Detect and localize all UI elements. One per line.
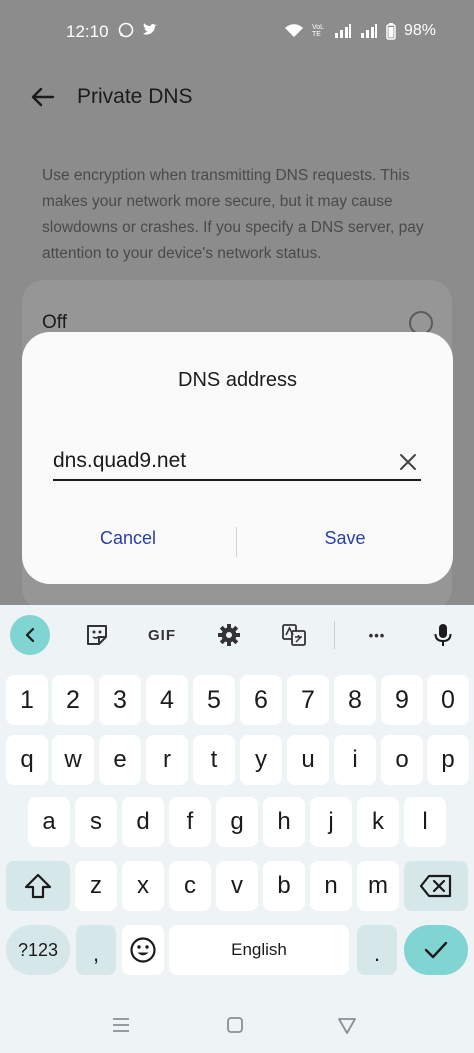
voice-input-button[interactable] <box>428 617 458 653</box>
key-x[interactable]: x <box>122 861 164 911</box>
page-title: Private DNS <box>77 85 193 108</box>
recent-apps-button[interactable] <box>110 1014 132 1036</box>
battery-icon <box>386 22 396 40</box>
key-b[interactable]: b <box>263 861 305 911</box>
status-time: 12:10 <box>66 22 109 41</box>
translate-button[interactable] <box>277 617 311 653</box>
notification-icons <box>118 22 158 40</box>
triangle-back-icon <box>338 1018 356 1034</box>
key-n[interactable]: n <box>310 861 352 911</box>
wifi-icon <box>284 24 303 37</box>
signal-2-icon <box>360 24 377 38</box>
space-key[interactable]: English <box>169 925 349 975</box>
key-2[interactable]: 2 <box>52 675 94 725</box>
input-underline <box>53 479 421 481</box>
key-m[interactable]: m <box>357 861 399 911</box>
settings-button[interactable] <box>212 617 246 653</box>
dns-address-input[interactable] <box>53 449 420 473</box>
status-bar: 12:10 VoLTE 98% <box>0 0 474 64</box>
dialog-title: DNS address <box>178 369 297 391</box>
shift-icon <box>24 873 52 899</box>
checkmark-icon <box>424 941 448 959</box>
network-type-label: VoLTE <box>311 24 325 38</box>
key-h[interactable]: h <box>263 797 305 847</box>
shift-key[interactable] <box>6 861 70 911</box>
period-key[interactable]: . <box>357 925 397 975</box>
clear-input-button[interactable] <box>396 450 420 474</box>
key-w[interactable]: w <box>52 735 94 785</box>
key-8[interactable]: 8 <box>334 675 376 725</box>
key-g[interactable]: g <box>216 797 258 847</box>
gif-button[interactable]: GIF <box>144 617 180 653</box>
key-7[interactable]: 7 <box>287 675 329 725</box>
cancel-button[interactable]: Cancel <box>28 528 228 549</box>
translate-icon <box>282 624 306 646</box>
key-p[interactable]: p <box>427 735 469 785</box>
description-text: Use encryption when transmitting DNS req… <box>42 167 424 262</box>
microphone-icon <box>434 624 452 646</box>
twitter-icon <box>143 23 158 35</box>
whatsapp-icon <box>118 22 134 38</box>
sticker-button[interactable] <box>80 617 114 653</box>
key-y[interactable]: y <box>240 735 282 785</box>
key-j[interactable]: j <box>310 797 352 847</box>
menu-icon <box>113 1018 129 1032</box>
keyboard: GIF ••• 1 2 3 4 5 6 7 8 9 0 q w e r t y … <box>0 605 474 1053</box>
toolbar-separator <box>334 621 335 649</box>
key-s[interactable]: s <box>75 797 117 847</box>
key-c[interactable]: c <box>169 861 211 911</box>
home-button[interactable] <box>224 1014 246 1036</box>
key-r[interactable]: r <box>146 735 188 785</box>
chevron-left-icon <box>25 627 35 643</box>
key-9[interactable]: 9 <box>381 675 423 725</box>
key-e[interactable]: e <box>99 735 141 785</box>
sticker-icon <box>87 625 107 645</box>
key-t[interactable]: t <box>193 735 235 785</box>
system-navigation-bar <box>0 1000 474 1053</box>
gear-icon <box>218 624 240 646</box>
more-options-button[interactable]: ••• <box>360 617 394 653</box>
key-1[interactable]: 1 <box>6 675 48 725</box>
signal-icon <box>334 24 351 38</box>
key-i[interactable]: i <box>334 735 376 785</box>
key-l[interactable]: l <box>404 797 446 847</box>
key-6[interactable]: 6 <box>240 675 282 725</box>
enter-key[interactable] <box>404 925 468 975</box>
key-v[interactable]: v <box>216 861 258 911</box>
key-q[interactable]: q <box>6 735 48 785</box>
option-off-label[interactable]: Off <box>42 312 67 334</box>
close-icon <box>400 454 416 470</box>
keyboard-toolbar: GIF ••• <box>0 605 474 665</box>
emoji-icon <box>130 937 156 963</box>
key-d[interactable]: d <box>122 797 164 847</box>
collapse-toolbar-button[interactable] <box>10 615 50 655</box>
square-icon <box>227 1017 243 1033</box>
emoji-key[interactable] <box>122 925 164 975</box>
backspace-key[interactable] <box>404 861 468 911</box>
backspace-icon <box>419 874 452 898</box>
button-divider <box>236 527 237 557</box>
save-button[interactable]: Save <box>245 528 445 549</box>
key-a[interactable]: a <box>28 797 70 847</box>
key-5[interactable]: 5 <box>193 675 235 725</box>
key-z[interactable]: z <box>75 861 117 911</box>
key-3[interactable]: 3 <box>99 675 141 725</box>
symbols-key[interactable]: ?123 <box>6 925 70 975</box>
key-u[interactable]: u <box>287 735 329 785</box>
back-button[interactable] <box>26 80 60 114</box>
arrow-left-icon <box>31 87 55 107</box>
key-o[interactable]: o <box>381 735 423 785</box>
key-k[interactable]: k <box>357 797 399 847</box>
key-0[interactable]: 0 <box>427 675 469 725</box>
battery-percent: 98% <box>403 22 436 39</box>
back-nav-button[interactable] <box>336 1014 358 1036</box>
key-4[interactable]: 4 <box>146 675 188 725</box>
comma-key[interactable]: , <box>76 925 116 975</box>
key-f[interactable]: f <box>169 797 211 847</box>
status-right: VoLTE 98% <box>284 22 436 40</box>
